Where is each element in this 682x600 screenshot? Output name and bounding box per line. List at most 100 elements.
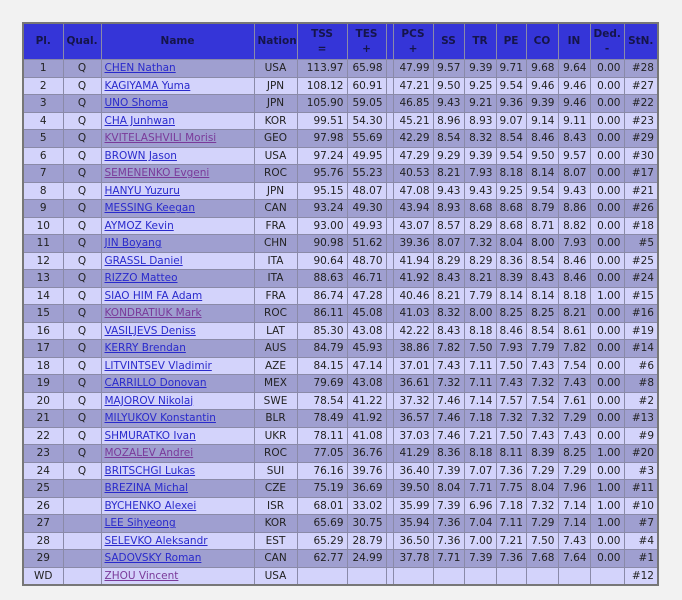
cell-in: 7.43: [557, 374, 591, 393]
skater-link[interactable]: KERRY Brendan: [105, 342, 186, 354]
table-row: 15 Q KONDRATIUK Mark ROC 86.11 45.08 41.03 8.32…: [22, 304, 659, 323]
cell-pcs: 39.50: [392, 479, 434, 498]
cell-place: 10: [22, 216, 64, 235]
skater-link[interactable]: HANYU Yuzuru: [105, 185, 180, 197]
cell-ss: 8.93: [432, 199, 465, 218]
cell-qualification: Q: [62, 76, 102, 95]
cell-co: 9.46: [525, 76, 559, 95]
cell-ss: 8.43: [432, 321, 465, 340]
cell-nation: CZE: [253, 479, 298, 498]
cell-pcs: 43.94: [392, 199, 434, 218]
skater-link[interactable]: ZHOU Vincent: [105, 570, 179, 582]
cell-ss: 9.50: [432, 76, 465, 95]
cell-co: 7.79: [525, 339, 559, 358]
spacer-cell: [385, 321, 394, 340]
cell-name: ZHOU Vincent: [100, 566, 255, 586]
cell-qualification: Q: [62, 181, 102, 200]
skater-link[interactable]: SHMURATKO Ivan: [105, 430, 196, 442]
skater-link[interactable]: RIZZO Matteo: [105, 272, 178, 284]
skater-link[interactable]: KAGIYAMA Yuma: [105, 80, 191, 92]
skater-link[interactable]: SEMENENKO Evgeni: [105, 167, 210, 179]
table-row: 8 Q HANYU Yuzuru JPN 95.15 48.07 47.08 9.43 9.43…: [22, 181, 659, 200]
cell-pcs: 37.32: [392, 391, 434, 410]
cell-deductions: 0.00: [589, 304, 625, 323]
cell-co: 9.54: [525, 181, 559, 200]
skater-link[interactable]: BROWN Jason: [105, 150, 177, 162]
skater-link[interactable]: BREZINA Michal: [105, 482, 189, 494]
skater-link[interactable]: KVITELASHVILI Morisi: [105, 132, 217, 144]
skater-link[interactable]: MOZALEV Andrei: [105, 447, 194, 459]
cell-place: 5: [22, 129, 64, 148]
skater-link[interactable]: GRASSL Daniel: [105, 255, 183, 267]
cell-tes: 49.30: [346, 199, 387, 218]
cell-name: GRASSL Daniel: [100, 251, 255, 270]
cell-tes: 45.93: [346, 339, 387, 358]
skater-link[interactable]: CARRILLO Donovan: [105, 377, 207, 389]
cell-in: 8.43: [557, 129, 591, 148]
cell-pcs: 35.94: [392, 514, 434, 533]
cell-pe: 7.93: [495, 339, 527, 358]
cell-nation: USA: [253, 566, 298, 586]
skater-link[interactable]: SIAO HIM FA Adam: [105, 290, 203, 302]
table-row: 10 Q AYMOZ Kevin FRA 93.00 49.93 43.07 8.57 8.29…: [22, 216, 659, 235]
skater-link[interactable]: CHA Junhwan: [105, 115, 176, 127]
header-label: TSS: [311, 27, 333, 40]
cell-tr: 8.32: [463, 129, 497, 148]
header-label: Qual.: [66, 35, 98, 47]
cell-qualification: [62, 496, 102, 515]
cell-deductions: 0.00: [589, 461, 625, 480]
cell-pe: 8.14: [495, 286, 527, 305]
skater-link[interactable]: AYMOZ Kevin: [105, 220, 174, 232]
cell-starting-number: #13: [623, 409, 659, 428]
cell-tr: 9.21: [463, 94, 497, 113]
cell-name: SIAO HIM FA Adam: [100, 286, 255, 305]
skater-link[interactable]: JIN Boyang: [105, 237, 162, 249]
cell-in: 8.61: [557, 321, 591, 340]
skater-link[interactable]: LEE Sihyeong: [105, 517, 176, 529]
header-co: CO: [525, 22, 559, 60]
skater-link[interactable]: CHEN Nathan: [105, 62, 176, 74]
cell-in: 7.93: [557, 234, 591, 253]
cell-tss: 86.74: [296, 286, 348, 305]
cell-tes: 47.28: [346, 286, 387, 305]
skater-link[interactable]: MILYUKOV Konstantin: [105, 412, 216, 424]
cell-pe: 7.36: [495, 549, 527, 568]
skater-link[interactable]: BRITSCHGI Lukas: [105, 465, 196, 477]
cell-co: 9.39: [525, 94, 559, 113]
skater-link[interactable]: SELEVKO Aleksandr: [105, 535, 208, 547]
skater-link[interactable]: SADOVSKY Roman: [105, 552, 202, 564]
cell-deductions: [589, 566, 625, 586]
cell-tes: 46.71: [346, 269, 387, 288]
skater-link[interactable]: LITVINTSEV Vladimir: [105, 360, 212, 372]
cell-tss: 113.97: [296, 59, 348, 78]
spacer-cell: [385, 374, 394, 393]
header-pe: PE: [495, 22, 527, 60]
cell-name: CARRILLO Donovan: [100, 374, 255, 393]
cell-deductions: 0.00: [589, 426, 625, 445]
skater-link[interactable]: MESSING Keegan: [105, 202, 196, 214]
cell-name: SADOVSKY Roman: [100, 549, 255, 568]
cell-starting-number: #24: [623, 269, 659, 288]
cell-in: 8.07: [557, 164, 591, 183]
skater-link[interactable]: VASILJEVS Deniss: [105, 325, 196, 337]
cell-nation: GEO: [253, 129, 298, 148]
cell-ss: 7.46: [432, 391, 465, 410]
cell-deductions: 0.00: [589, 409, 625, 428]
cell-pe: 7.36: [495, 461, 527, 480]
skater-link[interactable]: UNO Shoma: [105, 97, 169, 109]
cell-tss: [296, 566, 348, 586]
table-row: 1 Q CHEN Nathan USA 113.97 65.98 47.99 9.57 9.39…: [22, 59, 659, 78]
table-row: 19 Q CARRILLO Donovan MEX 79.69 43.08 36.61 7.3…: [22, 374, 659, 393]
cell-tes: 47.14: [346, 356, 387, 375]
cell-qualification: Q: [62, 234, 102, 253]
spacer-cell: [385, 409, 394, 428]
skater-link[interactable]: BYCHENKO Alexei: [105, 500, 197, 512]
cell-in: 7.14: [557, 514, 591, 533]
cell-tss: 90.98: [296, 234, 348, 253]
cell-deductions: 0.00: [589, 111, 625, 130]
cell-name: CHEN Nathan: [100, 59, 255, 78]
skater-link[interactable]: KONDRATIUK Mark: [105, 307, 202, 319]
skater-link[interactable]: MAJOROV Nikolaj: [105, 395, 194, 407]
cell-tr: 7.32: [463, 234, 497, 253]
cell-nation: SUI: [253, 461, 298, 480]
